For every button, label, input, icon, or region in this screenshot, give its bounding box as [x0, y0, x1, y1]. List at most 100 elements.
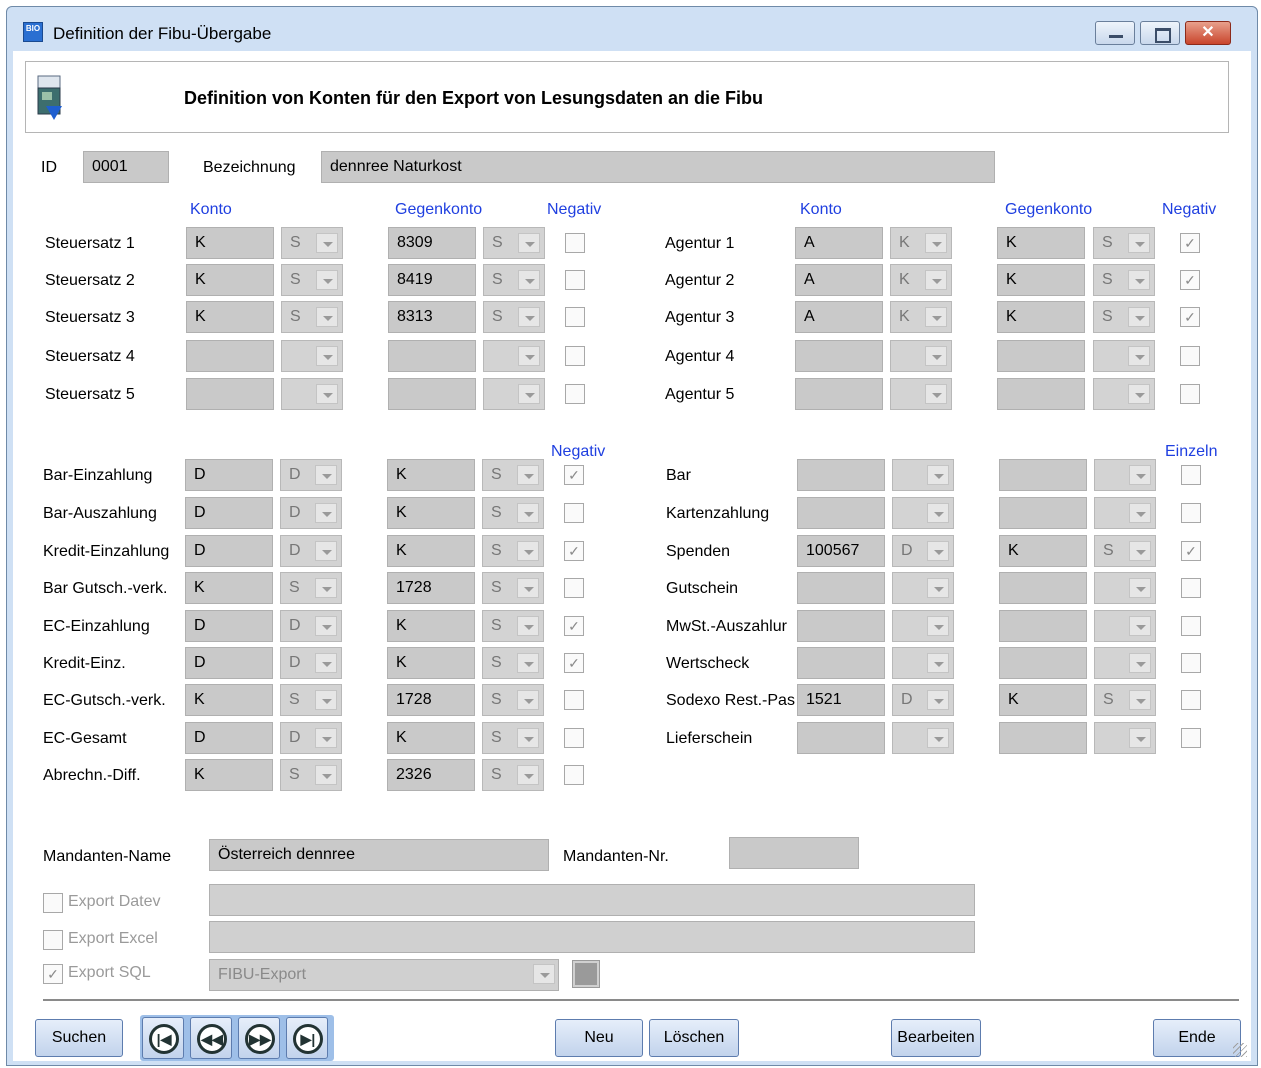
gegenkonto-type-select[interactable]: S: [1094, 535, 1156, 567]
bearbeiten-button[interactable]: Bearbeiten: [891, 1019, 981, 1057]
gegenkonto-type-select[interactable]: S: [482, 722, 544, 754]
konto-field[interactable]: [797, 722, 885, 754]
konto-type-select[interactable]: K: [890, 227, 952, 259]
negativ-checkbox[interactable]: [565, 270, 585, 290]
konto-type-select[interactable]: [890, 340, 952, 372]
konto-field[interactable]: [797, 572, 885, 604]
negativ-checkbox[interactable]: [564, 503, 584, 523]
einzeln-checkbox[interactable]: [1181, 578, 1201, 598]
gegenkonto-field[interactable]: K: [997, 264, 1085, 296]
export-sql-dropdown-arrow[interactable]: [527, 959, 559, 991]
konto-type-select[interactable]: [892, 497, 954, 529]
gegenkonto-type-select[interactable]: [1094, 722, 1156, 754]
einzeln-checkbox[interactable]: ✓: [1181, 541, 1201, 561]
konto-type-select[interactable]: D: [892, 684, 954, 716]
konto-field[interactable]: A: [795, 301, 883, 333]
export-sql-checkbox[interactable]: ✓: [43, 964, 63, 984]
konto-type-select[interactable]: S: [281, 227, 343, 259]
gegenkonto-field[interactable]: [999, 572, 1087, 604]
mandanten-name-field[interactable]: Österreich dennree: [209, 839, 549, 871]
negativ-checkbox[interactable]: ✓: [564, 541, 584, 561]
konto-field[interactable]: [186, 378, 274, 410]
gegenkonto-field[interactable]: [999, 647, 1087, 679]
export-datev-field[interactable]: [209, 884, 975, 916]
konto-type-select[interactable]: D: [280, 722, 342, 754]
konto-field[interactable]: A: [795, 227, 883, 259]
resize-grip-icon[interactable]: [1233, 1043, 1247, 1057]
gegenkonto-field[interactable]: K: [999, 684, 1087, 716]
export-excel-checkbox[interactable]: [43, 930, 63, 950]
bezeichnung-field[interactable]: dennree Naturkost: [321, 151, 995, 183]
konto-field[interactable]: [795, 378, 883, 410]
einzeln-checkbox[interactable]: [1181, 616, 1201, 636]
gegenkonto-field[interactable]: [999, 722, 1087, 754]
konto-type-select[interactable]: K: [890, 301, 952, 333]
konto-field[interactable]: D: [185, 459, 273, 491]
gegenkonto-field[interactable]: [999, 459, 1087, 491]
konto-type-select[interactable]: K: [890, 264, 952, 296]
negativ-checkbox[interactable]: [565, 384, 585, 404]
gegenkonto-type-select[interactable]: [483, 378, 545, 410]
konto-type-select[interactable]: D: [280, 459, 342, 491]
konto-field[interactable]: [797, 610, 885, 642]
negativ-checkbox[interactable]: [1180, 346, 1200, 366]
close-button[interactable]: ✕: [1185, 21, 1231, 45]
negativ-checkbox[interactable]: ✓: [564, 465, 584, 485]
gegenkonto-field[interactable]: [997, 378, 1085, 410]
gegenkonto-type-select[interactable]: [1093, 378, 1155, 410]
negativ-checkbox[interactable]: ✓: [1180, 233, 1200, 253]
gegenkonto-type-select[interactable]: S: [482, 497, 544, 529]
konto-type-select[interactable]: [890, 378, 952, 410]
konto-type-select[interactable]: D: [280, 647, 342, 679]
konto-type-select[interactable]: D: [280, 497, 342, 529]
konto-field[interactable]: D: [185, 535, 273, 567]
gegenkonto-field[interactable]: [999, 610, 1087, 642]
konto-field[interactable]: D: [185, 497, 273, 529]
maximize-button[interactable]: [1140, 21, 1180, 45]
gegenkonto-field[interactable]: 8419: [388, 264, 476, 296]
gegenkonto-type-select[interactable]: S: [482, 647, 544, 679]
konto-field[interactable]: A: [795, 264, 883, 296]
einzeln-checkbox[interactable]: [1181, 653, 1201, 673]
gegenkonto-type-select[interactable]: S: [1093, 301, 1155, 333]
konto-type-select[interactable]: D: [280, 535, 342, 567]
konto-field[interactable]: K: [185, 572, 273, 604]
minimize-button[interactable]: [1095, 21, 1135, 45]
konto-type-select[interactable]: [892, 722, 954, 754]
gegenkonto-type-select[interactable]: [1094, 647, 1156, 679]
export-datev-checkbox[interactable]: [43, 893, 63, 913]
gegenkonto-field[interactable]: 2326: [387, 759, 475, 791]
gegenkonto-type-select[interactable]: S: [1093, 264, 1155, 296]
negativ-checkbox[interactable]: ✓: [1180, 270, 1200, 290]
gegenkonto-field[interactable]: K: [997, 227, 1085, 259]
gegenkonto-field[interactable]: K: [387, 497, 475, 529]
gegenkonto-type-select[interactable]: S: [483, 301, 545, 333]
konto-field[interactable]: 1521: [797, 684, 885, 716]
einzeln-checkbox[interactable]: [1181, 465, 1201, 485]
negativ-checkbox[interactable]: [564, 578, 584, 598]
konto-field[interactable]: D: [185, 610, 273, 642]
konto-field[interactable]: [795, 340, 883, 372]
gegenkonto-field[interactable]: 8313: [388, 301, 476, 333]
gegenkonto-type-select[interactable]: [1094, 610, 1156, 642]
konto-type-select[interactable]: D: [892, 535, 954, 567]
konto-type-select[interactable]: [281, 378, 343, 410]
export-sql-select[interactable]: FIBU-Export: [209, 959, 559, 991]
konto-field[interactable]: K: [186, 227, 274, 259]
negativ-checkbox[interactable]: [564, 728, 584, 748]
konto-field[interactable]: [186, 340, 274, 372]
negativ-checkbox[interactable]: [565, 346, 585, 366]
einzeln-checkbox[interactable]: [1181, 690, 1201, 710]
einzeln-checkbox[interactable]: [1181, 503, 1201, 523]
neu-button[interactable]: Neu: [555, 1019, 643, 1057]
gegenkonto-field[interactable]: K: [387, 459, 475, 491]
gegenkonto-type-select[interactable]: [1094, 497, 1156, 529]
konto-field[interactable]: K: [186, 264, 274, 296]
gegenkonto-field[interactable]: K: [387, 535, 475, 567]
gegenkonto-field[interactable]: K: [999, 535, 1087, 567]
gegenkonto-type-select[interactable]: S: [482, 572, 544, 604]
gegenkonto-field[interactable]: [388, 378, 476, 410]
export-sql-config-button[interactable]: [572, 960, 600, 988]
mandanten-nr-field[interactable]: [729, 837, 859, 869]
konto-field[interactable]: K: [185, 684, 273, 716]
